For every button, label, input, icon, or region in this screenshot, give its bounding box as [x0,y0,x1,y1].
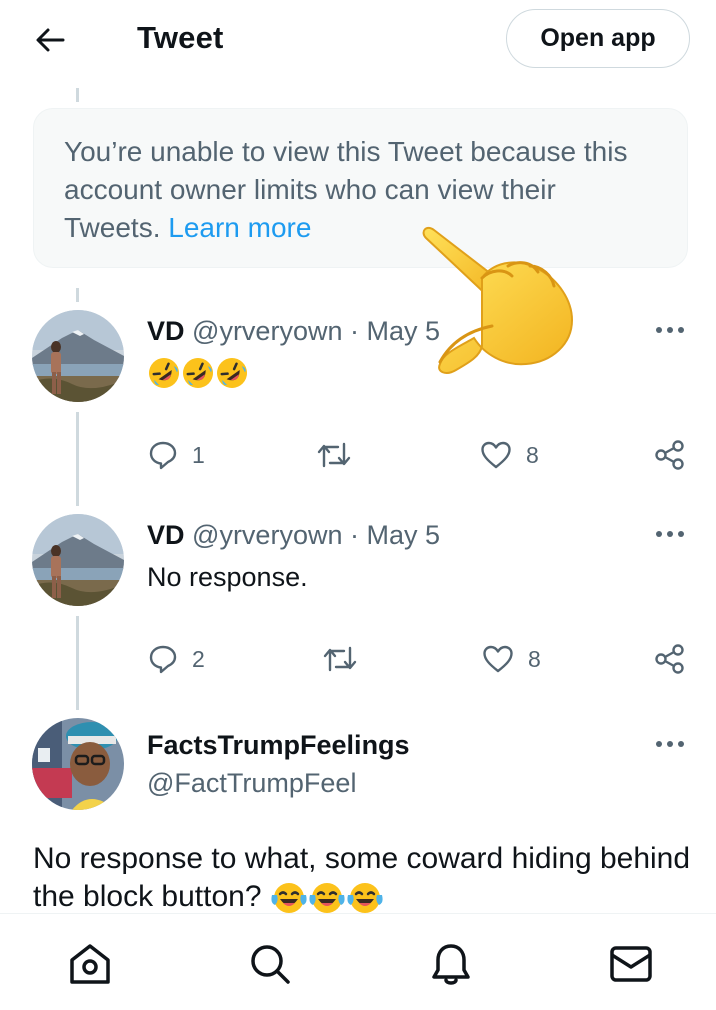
heart-icon [483,645,513,673]
display-name[interactable]: FactsTrumpFeelings [147,730,410,760]
thread-line [76,412,79,506]
back-button[interactable] [28,18,72,62]
tears-of-joy-emoji-icon [309,883,345,914]
rofl-emoji-icon [149,358,179,388]
open-app-button[interactable]: Open app [506,9,690,68]
tears-of-joy-emoji-icon [271,883,307,914]
search-icon [251,945,290,984]
share-icon [655,440,684,470]
heart-icon [481,441,511,469]
tweet-header: VD @yrveryown · May 5 [147,520,440,551]
avatar[interactable] [32,514,124,606]
retweet-icon [323,646,357,672]
retweet-icon [317,442,351,468]
share-button[interactable] [654,644,686,674]
reply-count: 1 [192,441,205,468]
avatar[interactable] [32,310,124,402]
retweet-button[interactable] [316,440,352,470]
more-options-button[interactable] [650,524,690,544]
like-button[interactable]: 8 [480,440,539,470]
messages-icon [610,946,652,982]
display-name[interactable]: VD [147,520,185,550]
thread-line [76,88,79,102]
pointing-hand-icon [412,222,592,382]
reply-count: 2 [192,645,205,672]
more-options-button[interactable] [650,320,690,340]
tweet-text: No response to what, some coward hiding … [33,840,693,916]
display-name[interactable]: VD [147,316,185,346]
nav-messages[interactable] [607,940,655,988]
home-icon [70,944,110,984]
tweet-header: FactsTrumpFeelings [147,730,410,761]
like-count: 8 [526,441,539,468]
handle[interactable]: @yrveryown [192,520,342,550]
thread-line [76,616,79,710]
more-icon [656,327,684,333]
nav-search[interactable] [246,940,294,988]
reply-icon [149,441,177,470]
more-icon [656,531,684,537]
rofl-emoji-icon [183,358,213,388]
rofl-emoji-icon [217,358,247,388]
tears-of-joy-emoji-icon [347,883,383,914]
handle[interactable]: @yrveryown [192,316,342,346]
share-icon [655,644,684,674]
separator: · [350,316,359,346]
more-icon [656,741,684,747]
avatar[interactable] [32,718,124,810]
learn-more-link[interactable]: Learn more [168,212,311,243]
nav-notifications[interactable] [427,940,475,988]
share-button[interactable] [654,440,686,470]
like-button[interactable]: 8 [482,644,541,674]
separator: · [350,520,359,550]
nav-home[interactable] [66,940,114,988]
more-options-button[interactable] [650,734,690,754]
tweet-header: VD @yrveryown · May 5 [147,316,440,347]
top-bar: Tweet Open app [0,0,716,78]
reply-icon [149,645,177,674]
back-arrow-icon [36,28,65,52]
bottom-nav [0,913,716,1010]
tweet-text [147,356,249,390]
tweet-date[interactable]: May 5 [367,520,441,550]
tweet-text: No response. [147,562,308,592]
notifications-icon [432,944,470,985]
page-title: Tweet [137,20,224,55]
like-count: 8 [528,645,541,672]
reply-button[interactable]: 2 [148,644,205,674]
thread-line [76,288,79,302]
handle[interactable]: @FactTrumpFeel [147,768,356,799]
reply-button[interactable]: 1 [148,440,205,470]
retweet-button[interactable] [322,644,358,674]
